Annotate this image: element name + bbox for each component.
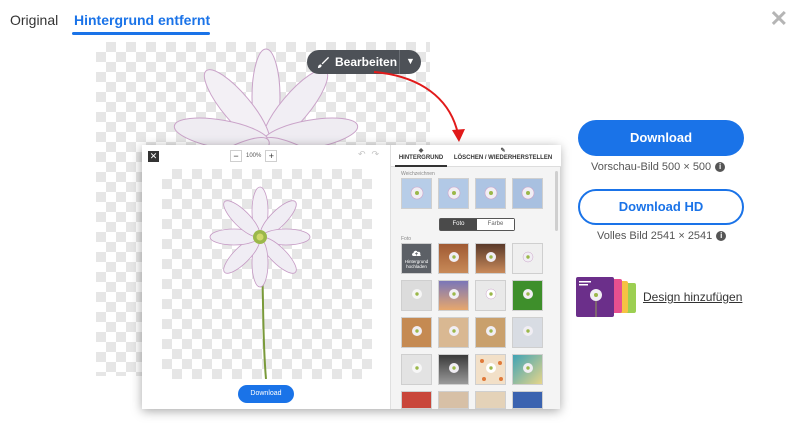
blur-thumb[interactable] [475,178,506,209]
zoom-control: − 100% + [230,150,278,162]
photo-thumb[interactable] [512,243,543,274]
preview-size-note: Vorschau-Bild 500 × 500 i [591,161,726,173]
photo-thumb[interactable] [438,243,469,274]
editor-canvas[interactable] [162,169,372,380]
flower-thumb-icon [447,186,461,200]
cloud-upload-icon [412,250,421,256]
flower-thumb-icon [486,326,496,336]
photo-thumb[interactable] [438,280,469,311]
flower-thumb-icon [523,326,533,336]
eraser-icon: ✎ [500,148,506,154]
full-size-note: Volles Bild 2541 × 2541 i [597,230,727,242]
blur-thumb[interactable] [401,178,432,209]
edit-button-label: Bearbeiten [335,55,398,69]
brush-icon [317,56,330,68]
flower-thumb-icon [412,326,422,336]
tab-background[interactable]: ◆ HINTERGRUND [393,148,449,162]
editor-canvas-panel: ✕ − 100% + ↶↷ Download [142,145,390,409]
photo-label: Foto [401,236,412,242]
segment-color[interactable]: Farbe [477,219,514,230]
flower-thumb-icon [449,289,459,299]
tab-original[interactable]: Original [10,12,58,28]
flower-thumb-icon [523,363,533,373]
photo-thumb[interactable] [475,243,506,274]
download-button[interactable]: Download [578,120,744,156]
photo-thumb[interactable] [475,280,506,311]
blur-thumb[interactable] [438,178,469,209]
photo-thumb[interactable] [475,354,506,385]
photo-thumb[interactable] [438,391,469,409]
flower-thumb-icon [480,359,503,381]
photo-thumb[interactable] [512,317,543,348]
info-icon[interactable]: i [715,162,726,172]
photo-thumb[interactable] [475,391,506,409]
photo-thumb[interactable] [512,354,543,385]
upload-background-label: Hintergrund hochladen [404,259,429,269]
scrollbar[interactable] [555,171,558,231]
photo-thumb[interactable] [512,391,543,409]
photo-thumb[interactable] [512,280,543,311]
segment-photo[interactable]: Foto [440,219,477,230]
close-icon[interactable]: ✕ [770,6,788,32]
active-tab-indicator [72,32,210,35]
editor-flower-image [209,186,311,380]
photo-thumb[interactable] [401,391,432,409]
editor-side-panel: ◆ HINTERGRUND ✎ LÖSCHEN / WIEDERHERSTELL… [390,145,561,409]
tab-erase-restore[interactable]: ✎ LÖSCHEN / WIEDERHERSTELLEN [453,148,553,162]
editor-tabs: ◆ HINTERGRUND ✎ LÖSCHEN / WIEDERHERSTELL… [391,145,561,167]
tab-erase-restore-label: LÖSCHEN / WIEDERHERSTELLEN [453,155,553,161]
photo-thumb[interactable] [475,317,506,348]
layers-icon: ◆ [418,148,424,154]
photo-thumb[interactable] [401,317,432,348]
info-icon[interactable]: i [716,231,727,241]
chevron-down-icon[interactable]: ▼ [406,56,415,66]
flower-thumb-icon [449,326,459,336]
tab-background-label: HINTERGRUND [398,155,444,161]
blur-label: Weichzeichnen [401,171,435,177]
tab-background-removed[interactable]: Hintergrund entfernt [74,12,210,28]
flower-thumb-icon [412,289,422,299]
flower-thumb-icon [449,252,459,262]
preview-size-text: Vorschau-Bild 500 × 500 [591,161,712,173]
flower-thumb-icon [484,186,498,200]
download-hd-button[interactable]: Download HD [578,189,744,225]
zoom-out-button[interactable]: − [230,150,242,162]
editor-download-button[interactable]: Download [238,385,294,403]
active-editor-tab-indicator [395,165,447,167]
blur-thumb[interactable] [512,178,543,209]
photo-thumb[interactable] [401,354,432,385]
photo-thumb[interactable] [438,317,469,348]
photo-thumb[interactable] [401,280,432,311]
flower-thumb-icon [521,186,535,200]
flower-thumb-icon [449,363,459,373]
flower-thumb-icon [412,363,422,373]
design-templates-icon[interactable] [576,277,638,317]
editor-close-icon[interactable]: ✕ [148,151,159,162]
editor-window: ✕ − 100% + ↶↷ Download ◆ HINTERGRUND ✎ L… [142,145,561,409]
undo-redo-icons[interactable]: ↶↷ [358,149,385,160]
flower-thumb-icon [522,251,534,263]
flower-thumb-icon [410,186,424,200]
flower-thumb-icon [486,252,496,262]
photo-color-toggle[interactable]: Foto Farbe [439,218,515,231]
red-arrow-annotation [373,71,465,142]
flower-thumb-icon [485,288,497,300]
add-design-link[interactable]: Design hinzufügen [643,290,742,304]
upload-background-button[interactable]: Hintergrund hochladen [401,243,432,274]
zoom-in-button[interactable]: + [265,150,278,162]
full-size-text: Volles Bild 2541 × 2541 [597,230,713,242]
photo-thumb[interactable] [438,354,469,385]
zoom-value: 100% [246,153,262,159]
background-removal-page: Original Hintergrund entfernt ✕ Bearbeit… [0,0,800,427]
flower-thumb-icon [523,289,533,299]
